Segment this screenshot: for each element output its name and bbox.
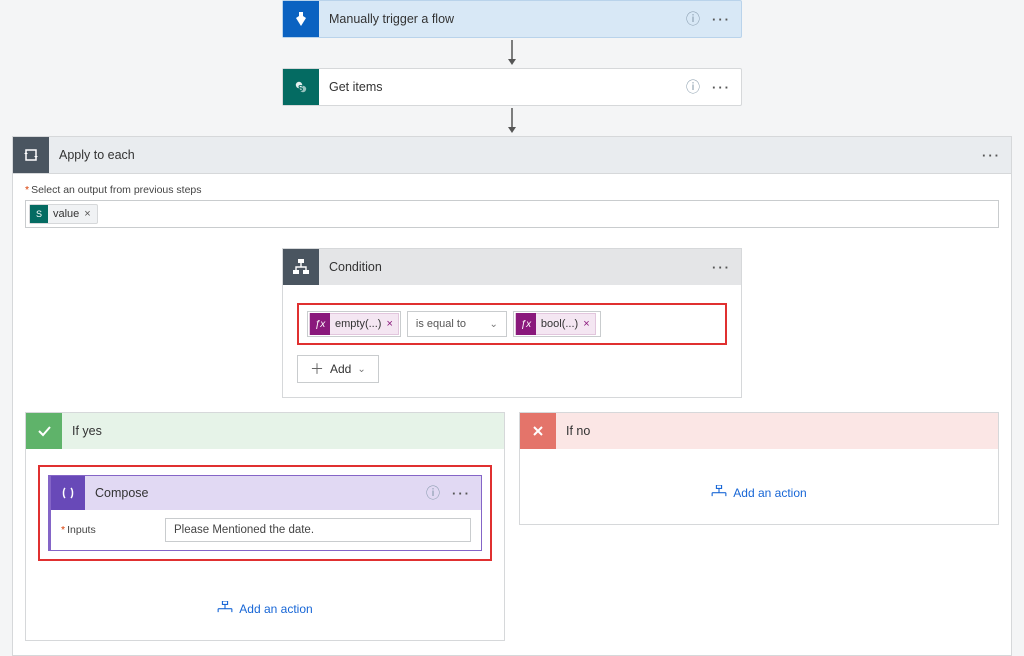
- more-icon[interactable]: ···: [452, 486, 471, 501]
- condition-title: Condition: [319, 260, 712, 274]
- loop-icon: [13, 137, 49, 173]
- if-no-header[interactable]: If no: [520, 413, 998, 449]
- condition-icon: [283, 249, 319, 285]
- fx-icon: ƒx: [310, 313, 330, 335]
- x-icon: [520, 413, 556, 449]
- plus-icon: ＋: [310, 359, 324, 379]
- trigger-title: Manually trigger a flow: [319, 12, 686, 26]
- svg-text:S: S: [298, 84, 304, 93]
- sharepoint-icon: S: [283, 69, 319, 105]
- compose-highlight: Compose ⓘ ··· *Inputs Please Mention: [38, 465, 492, 561]
- apply-to-each-header[interactable]: Apply to each ···: [13, 137, 1011, 174]
- get-items-card[interactable]: S Get items ⓘ ···: [282, 68, 742, 106]
- more-icon[interactable]: ···: [982, 148, 1001, 163]
- add-action-link[interactable]: Add an action: [38, 581, 492, 620]
- compose-title: Compose: [85, 486, 426, 500]
- if-no-branch: If no Add an action: [519, 412, 999, 525]
- help-icon[interactable]: ⓘ: [686, 9, 700, 29]
- chevron-down-icon: ⌄: [357, 364, 365, 375]
- help-icon[interactable]: ⓘ: [426, 483, 440, 503]
- get-items-title: Get items: [319, 80, 686, 94]
- right-operand[interactable]: ƒx bool(...) ×: [513, 311, 601, 337]
- chevron-down-icon: ⌄: [490, 319, 498, 330]
- expression-token[interactable]: ƒx bool(...) ×: [515, 313, 596, 335]
- compose-card: Compose ⓘ ··· *Inputs Please Mention: [48, 475, 482, 551]
- add-action-link[interactable]: Add an action: [532, 465, 986, 504]
- condition-row: ƒx empty(...) × is equal to ⌄: [297, 303, 727, 345]
- output-label: *Select an output from previous steps: [25, 184, 999, 196]
- fx-icon: ƒx: [516, 313, 536, 335]
- compose-icon: [51, 476, 85, 510]
- add-action-icon: [217, 601, 233, 616]
- more-icon[interactable]: ···: [712, 80, 731, 95]
- expression-token[interactable]: ƒx empty(...) ×: [309, 313, 399, 335]
- condition-header[interactable]: Condition ···: [283, 249, 741, 285]
- if-yes-header[interactable]: If yes: [26, 413, 504, 449]
- arrow-icon: [505, 106, 519, 136]
- compose-header[interactable]: Compose ⓘ ···: [51, 476, 481, 510]
- help-icon[interactable]: ⓘ: [686, 77, 700, 97]
- compose-inputs-field[interactable]: Please Mentioned the date.: [165, 518, 471, 542]
- arrow-icon: [505, 38, 519, 68]
- condition-branches: If yes Compose: [25, 412, 999, 641]
- inputs-label: *Inputs: [61, 524, 151, 536]
- trigger-card[interactable]: Manually trigger a flow ⓘ ···: [282, 0, 742, 38]
- remove-token-icon[interactable]: ×: [84, 208, 90, 220]
- trigger-icon: [283, 1, 319, 37]
- apply-to-each-title: Apply to each: [49, 148, 982, 162]
- value-token[interactable]: S value ×: [29, 204, 98, 224]
- more-icon[interactable]: ···: [712, 260, 731, 275]
- remove-token-icon[interactable]: ×: [386, 318, 392, 330]
- add-action-icon: [711, 485, 727, 500]
- more-icon[interactable]: ···: [712, 12, 731, 27]
- output-input[interactable]: S value ×: [25, 200, 999, 228]
- sharepoint-icon: S: [30, 205, 48, 223]
- operator-select[interactable]: is equal to ⌄: [407, 311, 507, 337]
- left-operand[interactable]: ƒx empty(...) ×: [307, 311, 401, 337]
- if-yes-branch: If yes Compose: [25, 412, 505, 641]
- remove-token-icon[interactable]: ×: [583, 318, 589, 330]
- check-icon: [26, 413, 62, 449]
- apply-to-each-container: Apply to each ··· *Select an output from…: [12, 136, 1012, 656]
- condition-card: Condition ··· ƒx empty(...) ×: [282, 248, 742, 398]
- add-condition-button[interactable]: ＋ Add ⌄: [297, 355, 379, 383]
